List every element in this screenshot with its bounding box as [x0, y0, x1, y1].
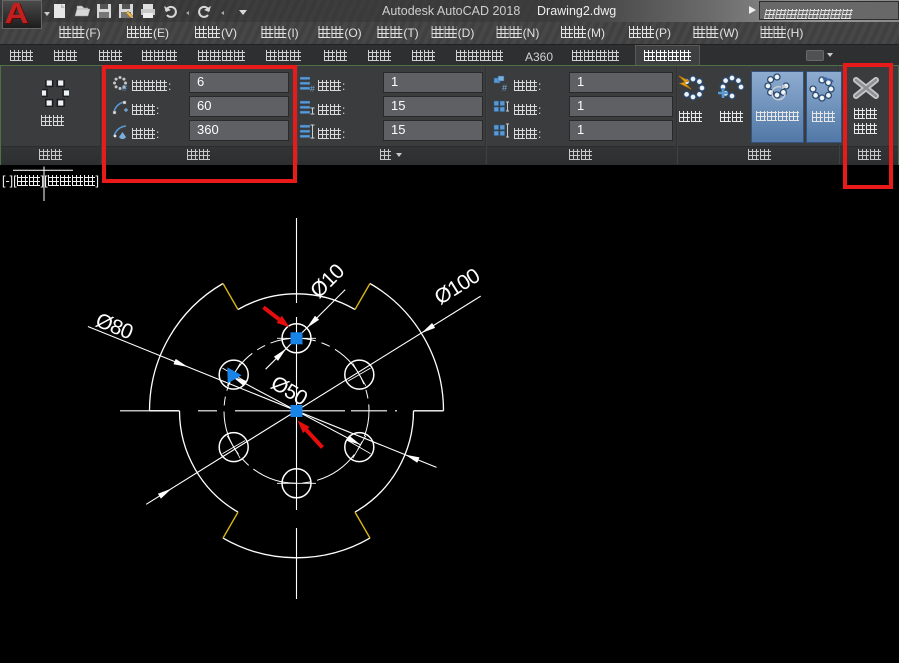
svg-text:Ø100: Ø100: [431, 264, 484, 309]
svg-text:Ø50: Ø50: [267, 372, 311, 411]
svg-text:Ø80: Ø80: [92, 309, 135, 344]
svg-text:Ø10: Ø10: [306, 260, 349, 303]
